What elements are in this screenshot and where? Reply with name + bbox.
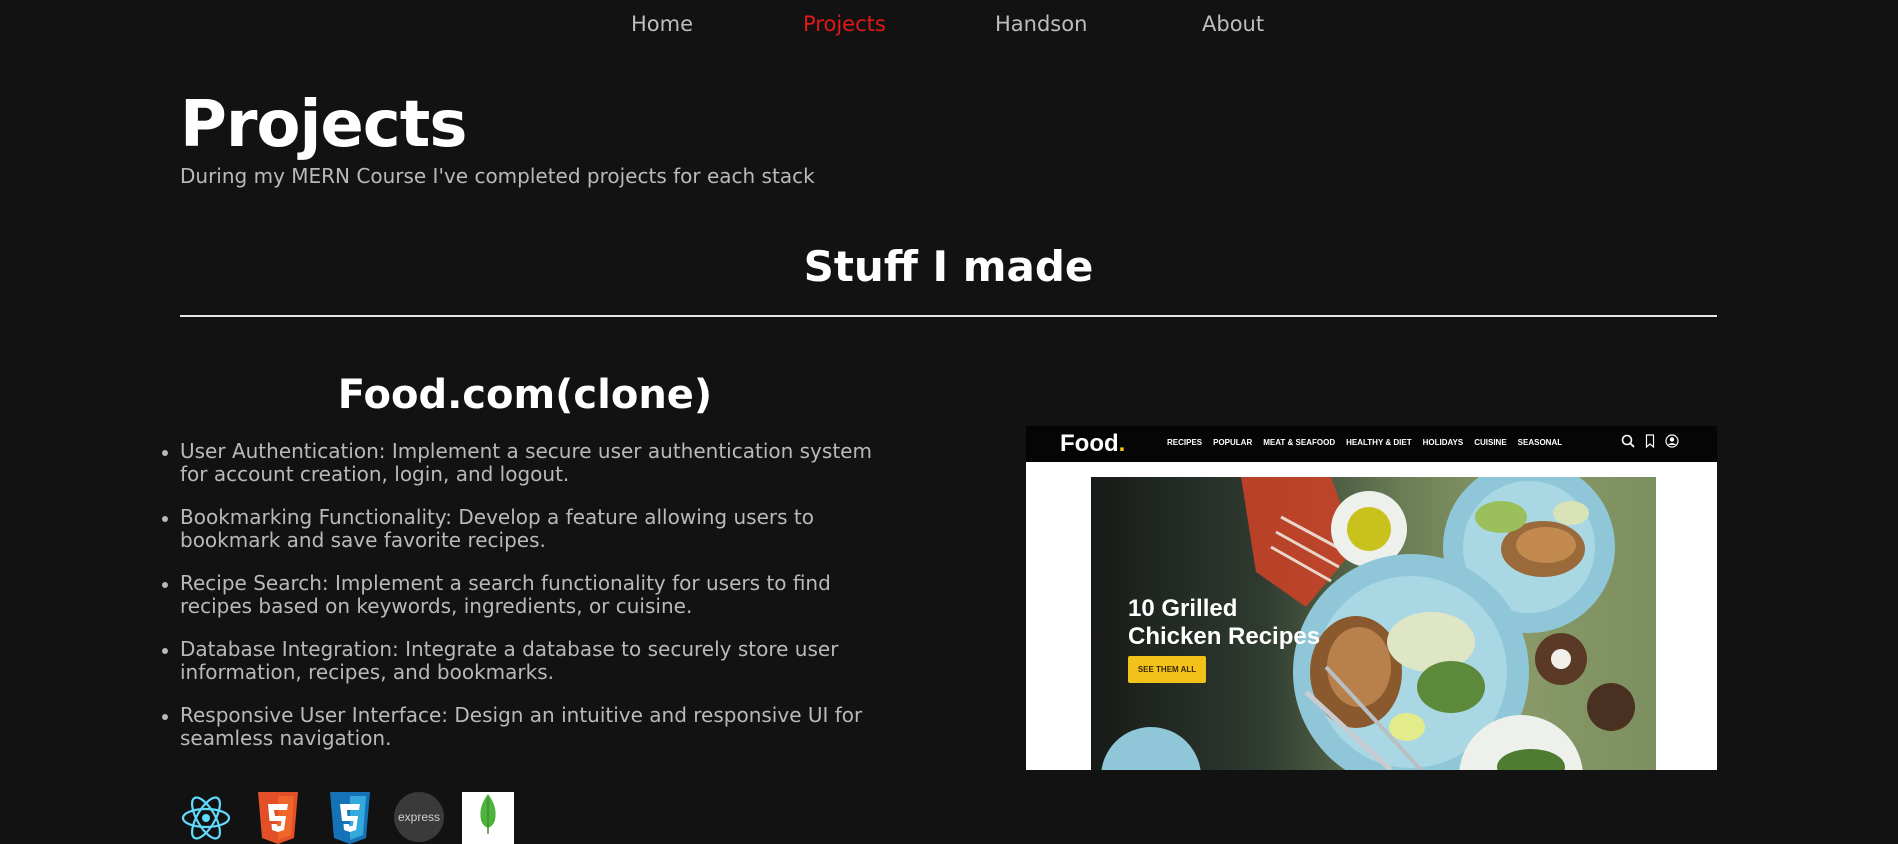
screenshot-menu-item: RECIPES bbox=[1167, 438, 1203, 447]
screenshot-logo-dot: . bbox=[1118, 430, 1126, 457]
screenshot-menu-item: MEAT & SEAFOOD bbox=[1263, 438, 1336, 447]
search-icon bbox=[1621, 434, 1635, 448]
html5-icon bbox=[258, 792, 298, 844]
user-icon bbox=[1665, 434, 1679, 448]
feature-item: Responsive User Interface: Design an int… bbox=[162, 704, 880, 750]
screenshot-hero: 10 Grilled Chicken Recipes SEE THEM ALL bbox=[1091, 477, 1656, 770]
nav-projects[interactable]: Projects bbox=[803, 12, 886, 36]
project-title: Food.com(clone) bbox=[337, 372, 713, 418]
bookmark-icon bbox=[1645, 434, 1655, 448]
feature-item: Database Integration: Integrate a databa… bbox=[162, 638, 880, 684]
screenshot-logo-text: Food bbox=[1060, 430, 1119, 457]
nav-handson[interactable]: Handson bbox=[995, 12, 1087, 36]
section-divider bbox=[180, 315, 1717, 317]
screenshot-hero-line: Chicken Recipes bbox=[1128, 623, 1321, 650]
feature-list: User Authentication: Implement a secure … bbox=[162, 440, 880, 770]
mongodb-icon bbox=[462, 792, 514, 844]
screenshot-menu-item: POPULAR bbox=[1213, 438, 1253, 447]
nav-about[interactable]: About bbox=[1202, 12, 1264, 36]
page-subtitle: During my MERN Course I've completed pro… bbox=[180, 164, 815, 188]
tech-stack-icons: express bbox=[180, 792, 540, 844]
screenshot-hero-line: 10 Grilled bbox=[1128, 595, 1238, 622]
express-icon: express bbox=[394, 792, 444, 842]
mongodb-leaf-icon bbox=[480, 794, 496, 834]
react-icon bbox=[181, 796, 231, 840]
screenshot-icons bbox=[1621, 434, 1679, 448]
feature-item: Recipe Search: Implement a search functi… bbox=[162, 572, 880, 618]
section-title: Stuff I made bbox=[803, 242, 1094, 291]
screenshot-menu-item: HEALTHY & DIET bbox=[1346, 438, 1412, 447]
feature-item: Bookmarking Functionality: Develop a fea… bbox=[162, 506, 880, 552]
screenshot-menu-item: SEASONAL bbox=[1517, 438, 1563, 447]
screenshot-menu-item: CUISINE bbox=[1474, 438, 1507, 447]
project-screenshot[interactable]: Food. RECIPES POPULAR MEAT & SEAFOOD HEA… bbox=[1026, 426, 1717, 770]
screenshot-menu: RECIPES POPULAR MEAT & SEAFOOD HEALTHY &… bbox=[1167, 438, 1562, 447]
top-nav: Home Projects Handson About bbox=[0, 0, 1898, 52]
screenshot-logo: Food. bbox=[1060, 430, 1125, 458]
page-title: Projects bbox=[180, 88, 467, 162]
express-label: express bbox=[397, 810, 441, 824]
screenshot-hero-title: 10 Grilled Chicken Recipes bbox=[1128, 595, 1320, 651]
see-them-all-button: SEE THEM ALL bbox=[1128, 656, 1206, 683]
screenshot-menu-item: HOLIDAYS bbox=[1422, 438, 1464, 447]
nav-home[interactable]: Home bbox=[631, 12, 693, 36]
screenshot-navbar: Food. RECIPES POPULAR MEAT & SEAFOOD HEA… bbox=[1026, 426, 1717, 462]
feature-item: User Authentication: Implement a secure … bbox=[162, 440, 880, 486]
css3-icon bbox=[330, 792, 370, 844]
